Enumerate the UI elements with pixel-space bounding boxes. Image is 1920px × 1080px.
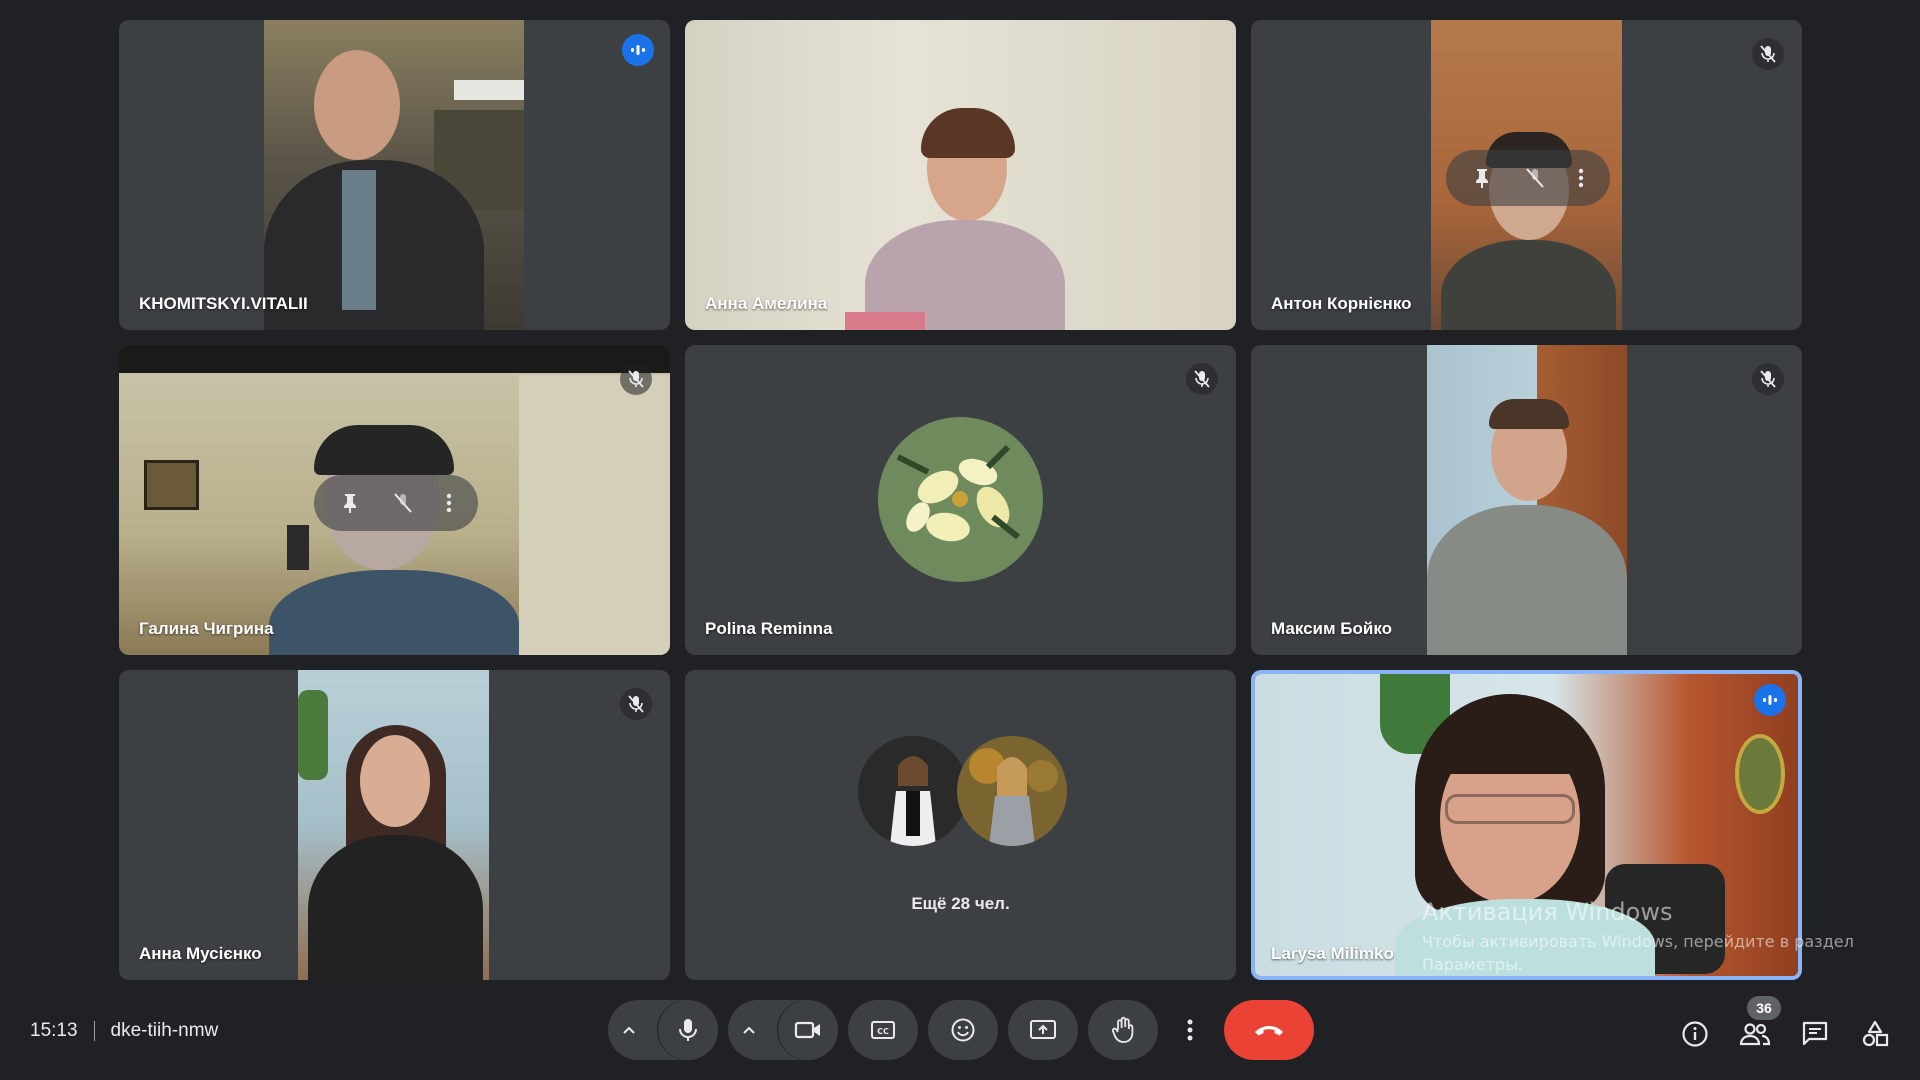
participant-name: Анна Амелина [705, 294, 828, 313]
reactions-button[interactable] [928, 1000, 998, 1060]
video-options-button[interactable] [728, 1000, 838, 1060]
more-options-icon[interactable] [446, 492, 452, 514]
microphone-button[interactable] [658, 1000, 718, 1060]
tile-hover-controls [1446, 150, 1610, 206]
leave-call-button[interactable] [1224, 1000, 1314, 1060]
speaking-indicator-icon [1754, 684, 1786, 716]
participant-name: Анна Мусієнко [139, 944, 262, 963]
participant-tile[interactable]: KHOMITSKYI.VITALII [119, 20, 670, 330]
people-icon [1739, 1023, 1771, 1046]
participant-name: Галина Чигрина [139, 619, 274, 638]
info-icon [1682, 1021, 1708, 1047]
avatar [878, 417, 1043, 582]
more-options-icon[interactable] [1578, 167, 1584, 189]
clock: 15:13 [30, 1020, 78, 1041]
speaking-indicator-icon [622, 34, 654, 66]
mic-off-icon [620, 363, 652, 395]
pin-icon[interactable] [340, 492, 360, 514]
watermark-title: Активация Windows [1422, 898, 1673, 926]
camera-button[interactable] [778, 1000, 838, 1060]
participant-count-badge: 36 [1747, 996, 1781, 1020]
bottom-toolbar: 15:13 dke-tiih-nmw CC [0, 980, 1920, 1080]
others-tile[interactable]: Ещё 28 чел. [685, 670, 1236, 980]
video-feed [298, 670, 489, 980]
mic-off-icon[interactable] [1524, 167, 1546, 189]
windows-activation-watermark: Активация Windows Чтобы активировать Win… [1422, 898, 1854, 974]
chat-icon [1802, 1021, 1828, 1046]
participant-name: Larysa Milimko [1271, 944, 1394, 963]
camera-icon [794, 1021, 820, 1039]
participant-name: Polina Reminna [705, 619, 833, 638]
video-feed [1427, 345, 1627, 655]
more-participants-label: Ещё 28 чел. [911, 894, 1010, 913]
participant-tile[interactable]: Polina Reminna [685, 345, 1236, 655]
people-button[interactable]: 36 [1731, 996, 1781, 1058]
participant-tile[interactable]: Анна Амелина [685, 20, 1236, 330]
mic-off-icon [1752, 363, 1784, 395]
more-options-button[interactable] [1170, 1000, 1210, 1060]
end-call-icon [1255, 1026, 1283, 1036]
mic-off-icon [1186, 363, 1218, 395]
participant-name: Антон Корнієнко [1271, 294, 1412, 313]
captions-button[interactable]: CC [848, 1000, 918, 1060]
meeting-details: 15:13 dke-tiih-nmw [30, 1020, 218, 1042]
svg-text:CC: CC [877, 1027, 889, 1036]
participant-tile[interactable]: Анна Мусієнко [119, 670, 670, 980]
chat-button[interactable] [1791, 1010, 1839, 1058]
activities-button[interactable] [1851, 1010, 1899, 1058]
mic-off-icon[interactable] [392, 492, 414, 514]
pin-icon[interactable] [1472, 167, 1492, 189]
participant-tile[interactable]: Максим Бойко [1251, 345, 1802, 655]
mic-off-icon [1752, 38, 1784, 70]
video-grid: KHOMITSKYI.VITALII Анна Амелина Антон Ко… [0, 0, 1920, 980]
mic-icon [679, 1019, 697, 1041]
participant-name: Максим Бойко [1271, 619, 1393, 638]
raise-hand-button[interactable] [1088, 1000, 1158, 1060]
video-feed [685, 20, 1236, 330]
participant-name: KHOMITSKYI.VITALII [139, 294, 308, 313]
more-icon [1187, 1019, 1193, 1041]
meeting-code: dke-tiih-nmw [110, 1020, 219, 1041]
meeting-details-button[interactable] [1671, 1010, 1719, 1058]
watermark-line: Параметры. [1422, 955, 1523, 974]
avatar [858, 736, 968, 846]
video-feed [264, 20, 524, 330]
watermark-line: Чтобы активировать Windows, перейдите в … [1422, 932, 1854, 951]
activities-icon [1862, 1020, 1889, 1047]
avatar [957, 736, 1067, 846]
present-screen-button[interactable] [1008, 1000, 1078, 1060]
emoji-icon [951, 1018, 975, 1042]
captions-icon: CC [871, 1021, 895, 1039]
participant-tile[interactable]: Антон Корнієнко [1251, 20, 1802, 330]
mic-off-icon [620, 688, 652, 720]
participant-tile[interactable]: Галина Чигрина [119, 345, 670, 655]
tile-hover-controls [314, 475, 478, 531]
present-icon [1030, 1020, 1056, 1039]
raise-hand-icon [1112, 1016, 1134, 1043]
divider [93, 1021, 95, 1041]
chevron-up-icon [623, 1026, 635, 1034]
audio-options-button[interactable] [608, 1000, 718, 1060]
chevron-up-icon [743, 1026, 755, 1034]
